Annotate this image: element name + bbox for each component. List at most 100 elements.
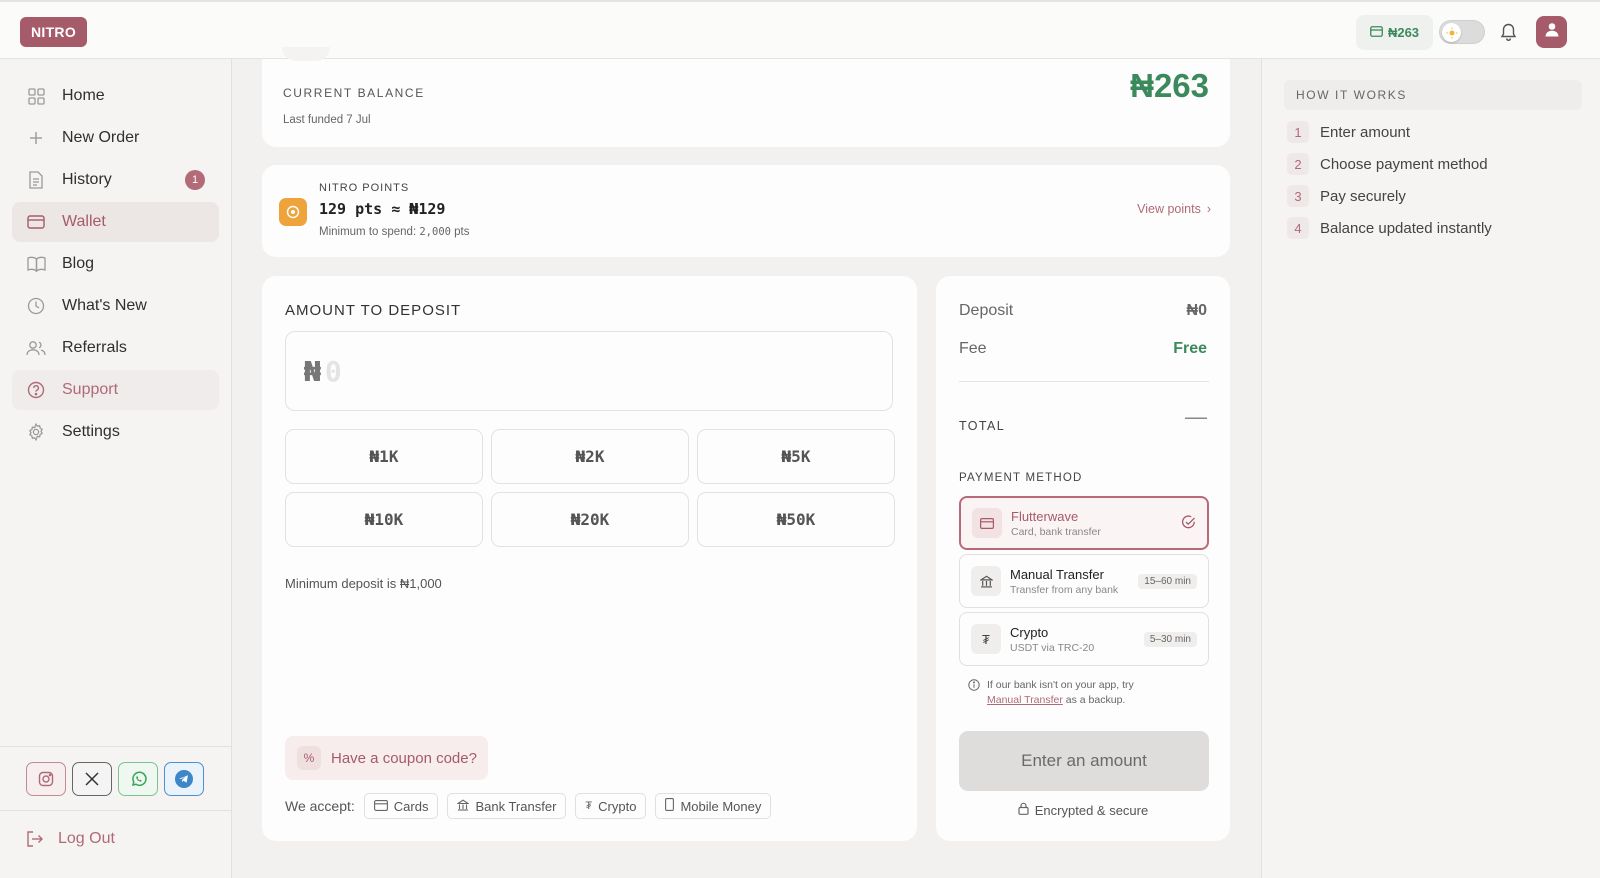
eta-badge: 5–30 min <box>1143 632 1197 647</box>
step-text: Choose payment method <box>1320 155 1488 173</box>
sidebar-item-label: Support <box>62 381 119 398</box>
history-count-badge: 1 <box>185 170 205 190</box>
eta-badge: 15–60 min <box>1138 574 1197 589</box>
sidebar-item-label: New Order <box>62 129 140 146</box>
payment-option-title: Manual Transfer <box>1010 566 1104 582</box>
sidebar-item-wallet[interactable]: Wallet <box>12 202 219 242</box>
preset-10k-button[interactable]: ₦10K <box>285 492 483 547</box>
card-icon <box>972 508 1002 538</box>
payment-option-flutterwave[interactable]: Flutterwave Card, bank transfer <box>959 496 1209 550</box>
divider <box>0 810 232 811</box>
payment-method-heading: PAYMENT METHOD <box>959 472 1083 484</box>
help-icon <box>26 380 46 400</box>
step-text: Pay securely <box>1320 187 1406 205</box>
sun-icon <box>1442 23 1461 42</box>
bank-note-prefix: If our bank isn't on your app, try <box>987 679 1134 691</box>
divider <box>0 746 232 747</box>
sidebar-item-whats-new[interactable]: What's New <box>12 286 219 326</box>
lock-icon <box>1018 802 1029 818</box>
payment-option-crypto[interactable]: ₮ Crypto USDT via TRC-20 5–30 min <box>959 612 1209 666</box>
preset-20k-button[interactable]: ₦20K <box>491 492 689 547</box>
accept-chip-label: Mobile Money <box>680 798 762 814</box>
preset-1k-button[interactable]: ₦1K <box>285 429 483 484</box>
header-balance-button[interactable]: ₦263 <box>1356 15 1433 50</box>
step-item: 2 Choose payment method <box>1287 153 1488 175</box>
payment-option-subtitle: Card, bank transfer <box>1011 525 1101 538</box>
sidebar: Home New Order History 1 Wallet Blog Wha… <box>0 59 232 878</box>
last-funded: Last funded 7 Jul <box>283 114 371 126</box>
accept-label: We accept: <box>285 798 355 814</box>
sidebar-item-new-order[interactable]: New Order <box>12 118 219 158</box>
sidebar-item-label: Wallet <box>62 213 106 230</box>
points-value: 129 pts ≈ ₦129 <box>319 200 446 218</box>
manual-transfer-link[interactable]: Manual Transfer <box>987 694 1063 706</box>
deposit-card: AMOUNT TO DEPOSIT ₦ 0 ₦1K ₦2K ₦5K ₦10K ₦… <box>262 276 917 841</box>
amount-input[interactable]: ₦ 0 <box>285 331 893 411</box>
logout-button[interactable]: Log Out <box>26 819 115 859</box>
divider <box>959 381 1209 382</box>
submit-deposit-button[interactable]: Enter an amount <box>959 731 1209 791</box>
points-minimum-prefix: Minimum to spend: <box>319 226 420 238</box>
secure-label: Encrypted & secure <box>1034 802 1149 818</box>
sidebar-item-home[interactable]: Home <box>12 76 219 116</box>
balance-amount: ₦263 <box>1130 67 1209 104</box>
clock-icon <box>26 296 46 316</box>
sidebar-item-label: Referrals <box>62 339 127 356</box>
x-icon[interactable] <box>72 762 112 796</box>
points-minimum-value: 2,000 <box>419 226 451 238</box>
accepted-methods: We accept: Cards Bank Transfer ₮ Crypto … <box>285 793 772 819</box>
accept-chip-label: Cards <box>393 798 429 814</box>
accept-chip-crypto: ₮ Crypto <box>575 793 647 819</box>
coupon-label: Have a coupon code? <box>331 749 477 767</box>
instagram-icon[interactable] <box>26 762 66 796</box>
sidebar-item-support[interactable]: Support <box>12 370 219 410</box>
step-number: 3 <box>1287 185 1309 207</box>
theme-toggle[interactable] <box>1439 20 1485 44</box>
user-avatar[interactable] <box>1536 16 1567 48</box>
currency-symbol: ₦ <box>304 354 321 388</box>
total-label: TOTAL <box>959 419 1006 433</box>
wallet-icon <box>1370 25 1383 40</box>
balance-label: CURRENT BALANCE <box>283 86 425 100</box>
step-text: Enter amount <box>1320 123 1411 141</box>
coupon-button[interactable]: % Have a coupon code? <box>285 736 488 780</box>
preset-5k-button[interactable]: ₦5K <box>697 429 895 484</box>
brand-logo[interactable]: NITRO <box>20 17 87 47</box>
bank-icon <box>971 566 1001 596</box>
payment-option-subtitle: Transfer from any bank <box>1010 583 1119 596</box>
whatsapp-icon[interactable] <box>118 762 158 796</box>
bell-icon[interactable] <box>1497 20 1519 44</box>
payment-option-manual-transfer[interactable]: Manual Transfer Transfer from any bank 1… <box>959 554 1209 608</box>
payment-option-title: Crypto <box>1010 624 1049 640</box>
preset-50k-button[interactable]: ₦50K <box>697 492 895 547</box>
sidebar-item-blog[interactable]: Blog <box>12 244 219 284</box>
plus-icon <box>26 128 46 148</box>
sidebar-item-referrals[interactable]: Referrals <box>12 328 219 368</box>
accept-chip-label: Crypto <box>598 798 637 814</box>
view-points-link[interactable]: View points › <box>1137 202 1211 216</box>
secure-note: Encrypted & secure <box>936 802 1230 818</box>
telegram-icon[interactable] <box>164 762 204 796</box>
header-balance-value: ₦263 <box>1387 25 1420 40</box>
sidebar-item-label: History <box>62 171 112 188</box>
sidebar-item-settings[interactable]: Settings <box>12 412 219 452</box>
payment-option-subtitle: USDT via TRC-20 <box>1010 641 1095 654</box>
sidebar-item-history[interactable]: History 1 <box>12 160 219 200</box>
how-it-works-title: HOW IT WORKS <box>1284 80 1582 110</box>
minimum-deposit-note: Minimum deposit is ₦1,000 <box>285 576 442 591</box>
preset-2k-button[interactable]: ₦2K <box>491 429 689 484</box>
how-it-works-panel: HOW IT WORKS 1 Enter amount 2 Choose pay… <box>1261 59 1600 878</box>
step-number: 2 <box>1287 153 1309 175</box>
info-icon <box>968 679 980 708</box>
sidebar-item-label: Settings <box>62 423 120 440</box>
deposit-label: Deposit <box>959 302 1014 319</box>
wallet-icon <box>26 212 46 232</box>
accept-chip-mobile-money: Mobile Money <box>655 793 772 819</box>
deposit-value: ₦0 <box>1186 302 1207 319</box>
grid-icon <box>26 86 46 106</box>
logout-label: Log Out <box>58 830 115 847</box>
decorative-circle <box>282 47 330 61</box>
summary-card: Deposit ₦0 Fee Free TOTAL — PAYMENT METH… <box>936 276 1230 841</box>
fee-value: Free <box>1173 340 1207 357</box>
sidebar-item-label: Home <box>62 87 105 104</box>
